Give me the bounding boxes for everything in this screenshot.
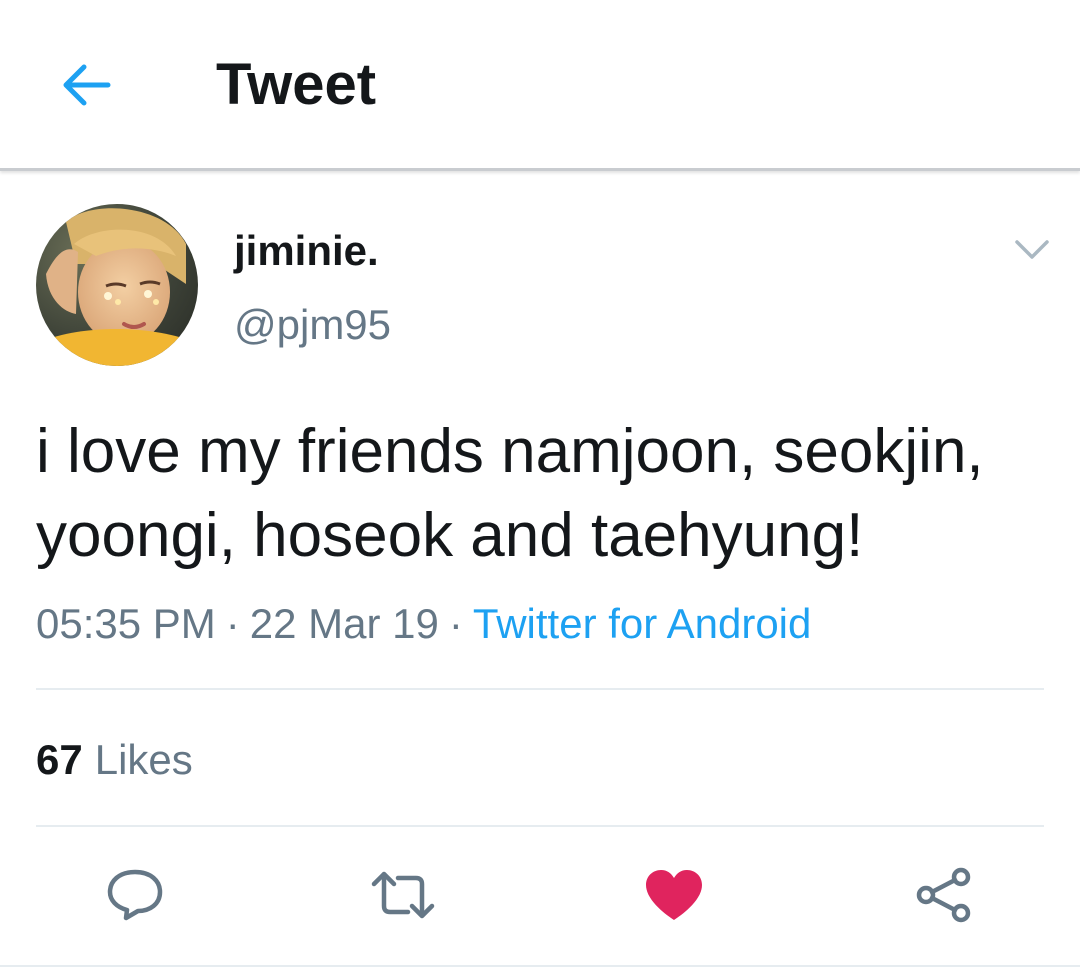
heart-icon [646, 870, 702, 920]
chevron-down-icon [1015, 240, 1049, 259]
reply-button[interactable] [95, 850, 175, 940]
tweet-date: 22 Mar 19 [249, 600, 439, 647]
retweet-icon [371, 871, 435, 919]
like-button[interactable] [634, 850, 714, 940]
share-button[interactable] [904, 850, 984, 940]
page-title: Tweet [216, 52, 377, 117]
likes-stat[interactable]: 67 Likes [36, 734, 193, 786]
tweet-text: i love my friends namjoon, seokjin, yoon… [36, 417, 984, 570]
divider [0, 965, 1080, 967]
divider [36, 688, 1044, 690]
more-options-button[interactable] [1010, 228, 1054, 272]
reply-icon [107, 869, 163, 921]
retweet-button[interactable] [363, 850, 443, 940]
likes-label: Likes [94, 736, 193, 783]
back-button[interactable] [52, 52, 118, 118]
avatar[interactable] [36, 204, 198, 366]
share-icon [916, 867, 971, 923]
author-handle[interactable]: @pjm95 [234, 300, 391, 350]
top-app-bar: Tweet [0, 0, 1080, 171]
meta-separator: · [225, 600, 240, 647]
tweet-source-link[interactable]: Twitter for Android [473, 600, 811, 647]
tweet-meta: 05:35 PM · 22 Mar 19 · Twitter for Android [36, 598, 811, 650]
tweet-time: 05:35 PM [36, 600, 216, 647]
likes-count: 67 [36, 736, 83, 783]
author-display-name[interactable]: jiminie. [234, 226, 379, 276]
arrow-left-icon [63, 64, 111, 106]
divider [36, 825, 1044, 827]
meta-separator: · [448, 600, 463, 647]
avatar-photo [36, 204, 198, 366]
tweet-action-bar [0, 850, 1080, 940]
